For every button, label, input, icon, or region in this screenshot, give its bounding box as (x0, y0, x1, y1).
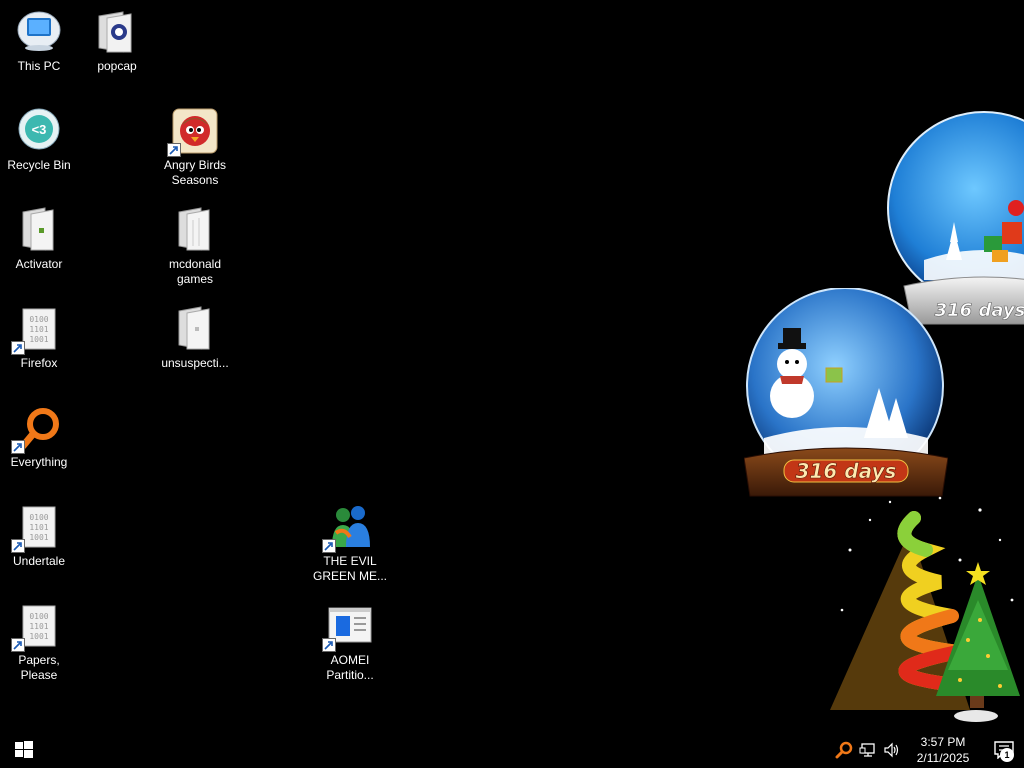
icon-label: THE EVIL GREEN ME... (312, 554, 387, 583)
folder-icon (171, 305, 219, 353)
icon-label: Recycle Bin (7, 158, 71, 172)
folder-icon (15, 206, 63, 254)
snow-globe-widget-main[interactable]: 316 days (743, 287, 949, 504)
volume-icon[interactable] (881, 739, 903, 761)
svg-text:<3: <3 (32, 122, 47, 137)
firefox-shortcut[interactable]: 0100 1101 1001 Firefox (0, 301, 78, 371)
shortcut-arrow-icon (11, 440, 25, 454)
everything-tray-icon[interactable] (833, 739, 855, 761)
christmas-tree-widget[interactable] (830, 490, 1024, 730)
start-button[interactable] (14, 740, 34, 760)
icon-label: This PC (17, 59, 61, 73)
icon-label: AOMEI Partitio... (326, 653, 374, 682)
popcap-folder[interactable]: popcap (78, 4, 156, 74)
this-pc-icon (15, 8, 63, 56)
this-pc-shortcut[interactable]: This PC (0, 4, 78, 74)
everything-search-icon (11, 404, 63, 454)
notification-count-badge: 1 (1000, 748, 1014, 762)
icon-label: Angry Birds Seasons (163, 158, 227, 187)
icon-label: Activator (15, 257, 63, 271)
icon-label: Papers, Please (18, 653, 60, 682)
windows-start-icon (15, 741, 33, 758)
icon-label: unsuspecti... (161, 356, 229, 370)
undertale-shortcut[interactable]: 0100 1101 1001 Undertale (0, 499, 78, 569)
svg-text:1001: 1001 (29, 632, 48, 641)
globe-main-days-label: 316 days (796, 459, 897, 483)
messenger-icon (322, 503, 374, 553)
aomei-partition-shortcut[interactable]: AOMEI Partitio... (311, 598, 389, 683)
svg-text:0100: 0100 (29, 612, 48, 621)
christmas-tree-icon (830, 496, 1020, 722)
icon-label: popcap (97, 59, 137, 73)
binary-file-icon: 0100 1101 1001 (11, 602, 63, 652)
svg-text:1001: 1001 (29, 533, 48, 542)
clock-date: 2/11/2025 (916, 751, 970, 765)
folder-icon (171, 206, 219, 254)
binary-file-icon: 0100 1101 1001 (11, 305, 63, 355)
svg-text:1101: 1101 (29, 622, 48, 631)
shortcut-arrow-icon (322, 539, 336, 553)
icon-label: Firefox (20, 356, 58, 370)
shortcut-arrow-icon (11, 638, 25, 652)
svg-text:1101: 1101 (29, 523, 48, 532)
angry-birds-icon (167, 107, 219, 157)
action-center-button[interactable]: 1 (984, 732, 1024, 768)
folder-icon (93, 8, 141, 56)
network-icon[interactable] (857, 739, 879, 761)
snow-globe-snowman-icon: 316 days (743, 287, 949, 497)
icon-label: Undertale (12, 554, 66, 568)
binary-file-icon: 0100 1101 1001 (11, 503, 63, 553)
unsuspecti-folder[interactable]: unsuspecti... (156, 301, 234, 371)
desktop: This PC popcap <3 Recycle Bin Angry Bird… (0, 0, 1024, 732)
clock-time: 3:57 PM (920, 735, 966, 749)
mcdonald-games-folder[interactable]: mcdonald games (156, 202, 234, 287)
svg-text:1001: 1001 (29, 335, 48, 344)
aomei-partition-icon (322, 602, 374, 652)
icon-label: Everything (10, 455, 68, 469)
recycle-bin-shortcut[interactable]: <3 Recycle Bin (0, 103, 78, 173)
taskbar-clock[interactable]: 3:57 PM 2/11/2025 (908, 734, 978, 766)
shortcut-arrow-icon (11, 539, 25, 553)
shortcut-arrow-icon (11, 341, 25, 355)
shortcut-arrow-icon (167, 143, 181, 157)
system-tray: 3:57 PM 2/11/2025 1 (832, 732, 1024, 768)
svg-text:0100: 0100 (29, 513, 48, 522)
icon-label: mcdonald games (168, 257, 222, 286)
everything-shortcut[interactable]: Everything (0, 400, 78, 470)
svg-text:1101: 1101 (29, 325, 48, 334)
angry-birds-shortcut[interactable]: Angry Birds Seasons (156, 103, 234, 188)
papers-please-shortcut[interactable]: 0100 1101 1001 Papers, Please (0, 598, 78, 683)
svg-text:0100: 0100 (29, 315, 48, 324)
evil-green-messenger-shortcut[interactable]: THE EVIL GREEN ME... (311, 499, 389, 584)
recycle-bin-icon: <3 (15, 107, 63, 155)
shortcut-arrow-icon (322, 638, 336, 652)
taskbar: 3:57 PM 2/11/2025 1 (0, 732, 1024, 768)
activator-folder[interactable]: Activator (0, 202, 78, 272)
globe-top-days-label: 316 days (935, 300, 1024, 321)
